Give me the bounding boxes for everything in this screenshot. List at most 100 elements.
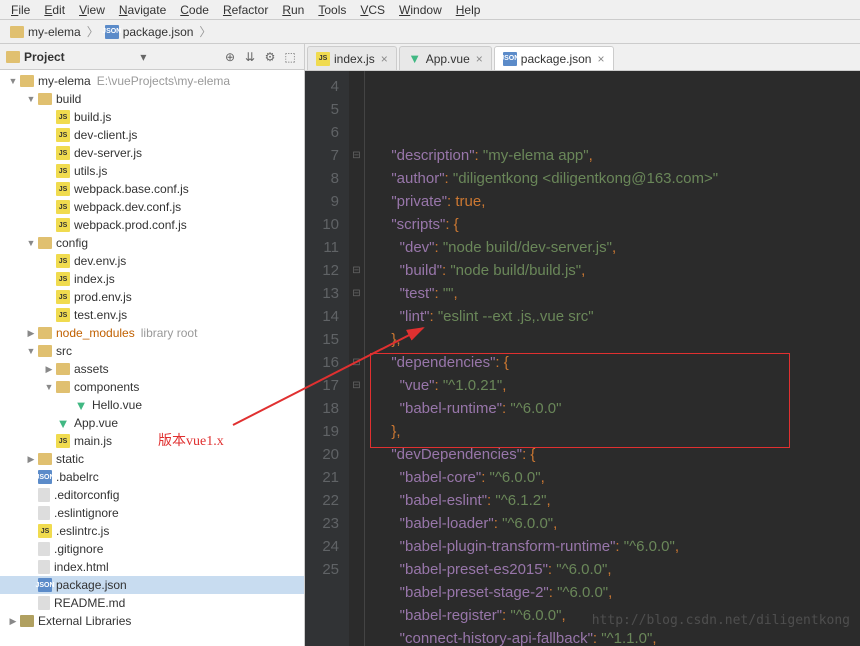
fold-marker[interactable] bbox=[349, 535, 364, 558]
editor-tab[interactable]: JSONpackage.json× bbox=[494, 46, 614, 70]
fold-marker[interactable] bbox=[349, 443, 364, 466]
tree-node[interactable]: .editorconfig bbox=[0, 486, 304, 504]
fold-marker[interactable] bbox=[349, 98, 364, 121]
tree-node[interactable]: .gitignore bbox=[0, 540, 304, 558]
fold-marker[interactable] bbox=[349, 236, 364, 259]
hide-icon[interactable]: ⬚ bbox=[282, 49, 298, 65]
menu-item-run[interactable]: Run bbox=[275, 3, 311, 17]
tree-node[interactable]: JSwebpack.dev.conf.js bbox=[0, 198, 304, 216]
tree-node[interactable]: JSdev-server.js bbox=[0, 144, 304, 162]
code-line[interactable]: "dependencies": { bbox=[383, 351, 860, 374]
code-line[interactable]: "babel-core": "^6.0.0", bbox=[383, 466, 860, 489]
menu-item-refactor[interactable]: Refactor bbox=[216, 3, 275, 17]
fold-marker[interactable] bbox=[349, 489, 364, 512]
tree-node[interactable]: JSwebpack.prod.conf.js bbox=[0, 216, 304, 234]
code-line[interactable]: }, bbox=[383, 328, 860, 351]
code-line[interactable]: "build": "node build/build.js", bbox=[383, 259, 860, 282]
fold-marker[interactable] bbox=[349, 512, 364, 535]
editor-tab[interactable]: ▼App.vue× bbox=[399, 46, 492, 70]
fold-marker[interactable] bbox=[349, 397, 364, 420]
code-line[interactable]: "lint": "eslint --ext .js,.vue src" bbox=[383, 305, 860, 328]
tree-node[interactable]: ▼Hello.vue bbox=[0, 396, 304, 414]
tree-node[interactable]: ▼my-elemaE:\vueProjects\my-elema bbox=[0, 72, 304, 90]
tree-node[interactable]: JSdev.env.js bbox=[0, 252, 304, 270]
expand-icon[interactable]: ▶ bbox=[44, 364, 54, 375]
tree-node[interactable]: JSbuild.js bbox=[0, 108, 304, 126]
tree-node[interactable]: JStest.env.js bbox=[0, 306, 304, 324]
tree-node[interactable]: JSutils.js bbox=[0, 162, 304, 180]
tree-node[interactable]: JSwebpack.base.conf.js bbox=[0, 180, 304, 198]
collapse-icon[interactable]: ▼ bbox=[26, 238, 36, 248]
fold-marker[interactable] bbox=[349, 75, 364, 98]
fold-marker[interactable]: ⊟ bbox=[349, 282, 364, 305]
tree-node[interactable]: JSON.babelrc bbox=[0, 468, 304, 486]
menu-item-view[interactable]: View bbox=[72, 3, 112, 17]
tree-node[interactable]: JS.eslintrc.js bbox=[0, 522, 304, 540]
menu-item-file[interactable]: File bbox=[4, 3, 37, 17]
code-line[interactable]: "dev": "node build/dev-server.js", bbox=[383, 236, 860, 259]
menu-item-navigate[interactable]: Navigate bbox=[112, 3, 173, 17]
collapse-icon[interactable]: ▼ bbox=[44, 382, 54, 392]
editor-tab[interactable]: JSindex.js× bbox=[307, 46, 397, 70]
tree-node[interactable]: ▶node_moduleslibrary root bbox=[0, 324, 304, 342]
menu-item-vcs[interactable]: VCS bbox=[353, 3, 392, 17]
fold-marker[interactable] bbox=[349, 167, 364, 190]
editor[interactable]: 45678910111213141516171819202122232425 ⊟… bbox=[305, 71, 860, 646]
tree-node[interactable]: JSprod.env.js bbox=[0, 288, 304, 306]
code-line[interactable]: "connect-history-api-fallback": "^1.1.0"… bbox=[383, 627, 860, 646]
menu-item-window[interactable]: Window bbox=[392, 3, 449, 17]
dropdown-icon[interactable]: ▾ bbox=[140, 50, 146, 64]
tree-node[interactable]: ▼App.vue bbox=[0, 414, 304, 432]
code-line[interactable]: "babel-loader": "^6.0.0", bbox=[383, 512, 860, 535]
tree-node[interactable]: ▼config bbox=[0, 234, 304, 252]
menu-item-help[interactable]: Help bbox=[449, 3, 488, 17]
fold-marker[interactable] bbox=[349, 558, 364, 581]
tree-node[interactable]: index.html bbox=[0, 558, 304, 576]
tree-node[interactable]: ▶static bbox=[0, 450, 304, 468]
menu-item-edit[interactable]: Edit bbox=[37, 3, 72, 17]
fold-marker[interactable]: ⊟ bbox=[349, 374, 364, 397]
tree-node[interactable]: JSdev-client.js bbox=[0, 126, 304, 144]
close-icon[interactable]: × bbox=[381, 52, 388, 66]
code-line[interactable]: "babel-preset-es2015": "^6.0.0", bbox=[383, 558, 860, 581]
code-line[interactable]: "babel-runtime": "^6.0.0" bbox=[383, 397, 860, 420]
code-line[interactable]: "author": "diligentkong <diligentkong@16… bbox=[383, 167, 860, 190]
code-line[interactable]: "scripts": { bbox=[383, 213, 860, 236]
code-line[interactable]: "babel-preset-stage-2": "^6.0.0", bbox=[383, 581, 860, 604]
menu-item-code[interactable]: Code bbox=[173, 3, 216, 17]
fold-marker[interactable]: ⊟ bbox=[349, 351, 364, 374]
tree-node[interactable]: JSmain.js bbox=[0, 432, 304, 450]
menu-item-tools[interactable]: Tools bbox=[311, 3, 353, 17]
fold-marker[interactable]: ⊟ bbox=[349, 259, 364, 282]
project-tree[interactable]: ▼my-elemaE:\vueProjects\my-elema▼buildJS… bbox=[0, 70, 304, 646]
expand-icon[interactable]: ▶ bbox=[26, 328, 36, 339]
tree-node[interactable]: .eslintignore bbox=[0, 504, 304, 522]
breadcrumb-root[interactable]: my-elema bbox=[6, 25, 85, 39]
collapse-icon[interactable]: ▼ bbox=[26, 94, 36, 104]
code-line[interactable]: "devDependencies": { bbox=[383, 443, 860, 466]
tree-node[interactable]: JSONpackage.json bbox=[0, 576, 304, 594]
fold-marker[interactable] bbox=[349, 121, 364, 144]
code-line[interactable]: "babel-register": "^6.0.0", bbox=[383, 604, 860, 627]
code-content[interactable]: "description": "my-elema app", "author":… bbox=[365, 71, 860, 646]
fold-marker[interactable] bbox=[349, 190, 364, 213]
fold-marker[interactable] bbox=[349, 466, 364, 489]
fold-marker[interactable] bbox=[349, 420, 364, 443]
scroll-from-source-icon[interactable]: ⊕ bbox=[222, 49, 238, 65]
collapse-icon[interactable]: ▼ bbox=[26, 346, 36, 356]
code-line[interactable]: "babel-eslint": "^6.1.2", bbox=[383, 489, 860, 512]
tree-node[interactable]: ▼build bbox=[0, 90, 304, 108]
tree-node[interactable]: ▶External Libraries bbox=[0, 612, 304, 630]
code-line[interactable]: "vue": "^1.0.21", bbox=[383, 374, 860, 397]
expand-icon[interactable]: ▶ bbox=[8, 616, 18, 627]
code-line[interactable]: "private": true, bbox=[383, 190, 860, 213]
code-line[interactable]: "babel-plugin-transform-runtime": "^6.0.… bbox=[383, 535, 860, 558]
tree-node[interactable]: ▼components bbox=[0, 378, 304, 396]
tree-node[interactable]: ▼src bbox=[0, 342, 304, 360]
collapse-icon[interactable]: ▼ bbox=[8, 76, 18, 86]
close-icon[interactable]: × bbox=[476, 52, 483, 66]
fold-marker[interactable]: ⊟ bbox=[349, 144, 364, 167]
fold-marker[interactable] bbox=[349, 328, 364, 351]
close-icon[interactable]: × bbox=[597, 52, 604, 66]
gear-icon[interactable]: ⚙ bbox=[262, 49, 278, 65]
